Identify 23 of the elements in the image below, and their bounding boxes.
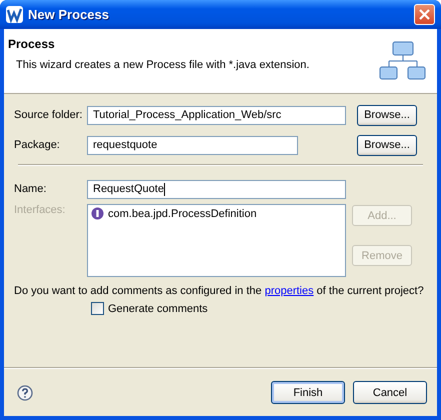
- checkbox[interactable]: [91, 302, 104, 315]
- comments-question: Do you want to add comments as configured in the properties of the current project?: [14, 285, 425, 297]
- checkbox-label: Generate comments: [108, 302, 208, 314]
- close-icon: [419, 9, 430, 20]
- source-folder-field[interactable]: Tutorial_Process_Application_Web/src: [87, 106, 346, 124]
- window-title: New Process: [28, 7, 110, 22]
- close-button[interactable]: [414, 4, 435, 25]
- field-label: Package:: [14, 139, 61, 151]
- browse-button[interactable]: Browse...: [357, 134, 417, 156]
- finish-button[interactable]: Finish: [271, 381, 345, 404]
- browse-button[interactable]: Browse...: [357, 104, 417, 126]
- package-field[interactable]: requestquote: [87, 136, 298, 154]
- name-field[interactable]: RequestQuote: [87, 180, 346, 198]
- cancel-button[interactable]: Cancel: [353, 381, 427, 404]
- field-label: Name:: [14, 183, 48, 195]
- help-icon[interactable]: [17, 384, 33, 400]
- page-description: This wizard creates a new Process file with *.java extension.: [16, 59, 310, 71]
- app-logo-icon: [6, 6, 23, 23]
- field-label: Source folder:: [14, 109, 84, 121]
- properties-link[interactable]: properties: [264, 285, 314, 297]
- page-title: Process: [8, 37, 56, 51]
- field-label: Interfaces:: [14, 204, 66, 218]
- interface-icon: [91, 207, 104, 220]
